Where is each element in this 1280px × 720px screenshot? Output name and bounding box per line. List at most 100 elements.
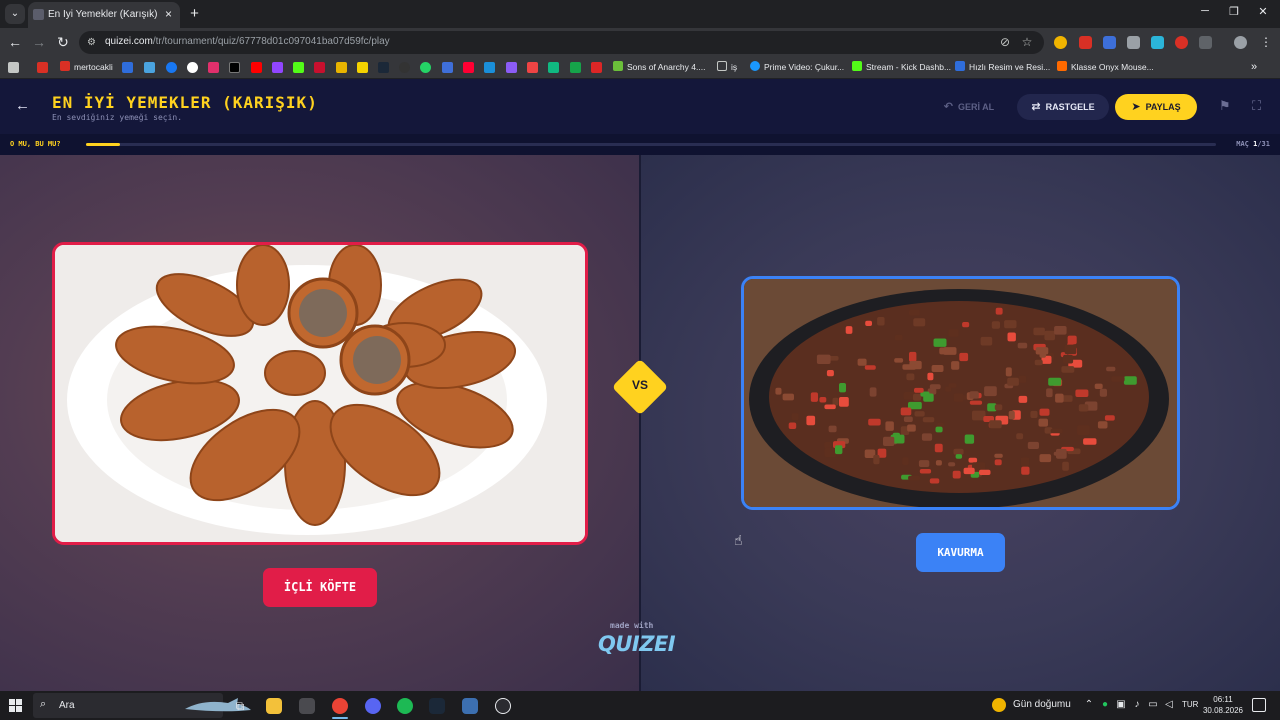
restore-icon[interactable]: ❐ xyxy=(1226,5,1242,18)
close-window-icon[interactable]: ✕ xyxy=(1255,5,1271,18)
bookmark-mertocakli[interactable]: mertocakli xyxy=(60,60,113,75)
menu-kebab-icon[interactable]: ⋮ xyxy=(1258,34,1274,50)
url-text[interactable]: quizei.com/tr/tournament/quiz/67778d01c0… xyxy=(105,36,390,47)
address-bar[interactable]: ⚙ quizei.com/tr/tournament/quiz/67778d01… xyxy=(79,31,1044,54)
bookmark-icon[interactable] xyxy=(506,62,517,73)
kavurma-piece xyxy=(819,397,827,403)
bookmark-icon[interactable] xyxy=(357,62,368,73)
bookmark-icon[interactable] xyxy=(591,62,602,73)
instagram-icon[interactable] xyxy=(208,62,219,73)
kavurma-piece xyxy=(1018,395,1028,403)
share-button[interactable]: ➤ PAYLAŞ xyxy=(1115,94,1197,120)
microphone-icon[interactable]: ♪ xyxy=(1131,699,1143,711)
status-dot-icon[interactable]: ● xyxy=(1099,699,1111,711)
kavurma-piece xyxy=(1055,393,1064,403)
windows-start-icon[interactable] xyxy=(9,699,22,712)
discord-icon[interactable] xyxy=(365,698,381,714)
kavurma-piece xyxy=(857,358,867,366)
progress-row: O MU, BU MU? MAÇ 1/31 xyxy=(0,134,1280,155)
kavurma-piece xyxy=(894,358,904,363)
left-choice-image[interactable] xyxy=(52,242,588,545)
steam-icon[interactable] xyxy=(378,62,389,73)
app-icon[interactable] xyxy=(462,698,478,714)
taskbar-search[interactable]: ⌕ Ara xyxy=(33,693,251,718)
tray-app-icon[interactable]: ▣ xyxy=(1115,699,1127,711)
active-tab[interactable]: En İyi Yemekler (Karışık) - Tier L × xyxy=(28,2,180,28)
quizei-logo[interactable]: QUIZEI xyxy=(598,632,676,656)
youtube-icon[interactable] xyxy=(251,62,262,73)
spotify-icon[interactable] xyxy=(397,698,413,714)
forward-icon[interactable]: → xyxy=(31,34,47,50)
new-tab-button[interactable]: + xyxy=(187,6,202,21)
more-bookmarks-icon[interactable]: » xyxy=(1251,60,1257,75)
adblock-icon[interactable] xyxy=(1079,36,1092,49)
fullscreen-icon[interactable]: ⛶ xyxy=(1252,98,1261,114)
steam-icon[interactable] xyxy=(429,698,445,714)
right-choice-button[interactable]: KAVURMA xyxy=(916,533,1005,572)
right-choice-image[interactable] xyxy=(741,276,1180,510)
shuffle-icon: ⇄ xyxy=(1031,101,1041,113)
tab-close-icon[interactable]: × xyxy=(165,7,172,21)
bookmark-star-icon[interactable]: ☆ xyxy=(1020,35,1034,49)
tray-chevron-icon[interactable]: ⌃ xyxy=(1083,699,1095,711)
network-icon[interactable]: ▭ xyxy=(1147,699,1159,711)
bookmark-icon[interactable] xyxy=(548,62,559,73)
extension-icon[interactable] xyxy=(1151,36,1164,49)
clock-time[interactable]: 06:11 xyxy=(1205,695,1241,704)
app-icon[interactable] xyxy=(495,698,511,714)
volume-icon[interactable]: ◁ xyxy=(1163,699,1175,711)
extensions-puzzle-icon[interactable] xyxy=(1199,36,1212,49)
bookmark-icon[interactable] xyxy=(570,62,581,73)
whatsapp-icon[interactable] xyxy=(420,62,431,73)
bookmark-prime-video[interactable]: Prime Video: Çukur... xyxy=(750,60,844,75)
tab-search-button[interactable]: ⌄ xyxy=(5,4,25,24)
kavurma-piece xyxy=(964,434,975,444)
kavurma-piece xyxy=(1018,375,1027,383)
notifications-icon[interactable] xyxy=(1252,698,1266,712)
undo-button[interactable]: ↶ GERİ AL xyxy=(927,94,1011,120)
site-info-icon[interactable]: ⚙ xyxy=(87,36,100,49)
kavurma-piece xyxy=(1008,410,1015,420)
language-indicator[interactable]: TUR xyxy=(1182,700,1198,709)
back-icon[interactable]: ← xyxy=(7,34,23,50)
bookmark-kick-dashboard[interactable]: Stream - Kick Dashb... xyxy=(852,60,951,75)
extension-icon[interactable] xyxy=(1175,36,1188,49)
bookmark-icon[interactable] xyxy=(527,62,538,73)
github-icon[interactable] xyxy=(399,62,410,73)
flag-icon[interactable]: ⚑ xyxy=(1219,98,1231,114)
bookmark-icon[interactable] xyxy=(336,62,347,73)
minimize-icon[interactable]: ─ xyxy=(1197,5,1213,17)
back-arrow-icon[interactable]: ← xyxy=(15,97,30,115)
bookmark-icon[interactable] xyxy=(463,62,474,73)
bookmark-icon[interactable] xyxy=(442,62,453,73)
extension-icon[interactable] xyxy=(1103,36,1116,49)
google-icon[interactable] xyxy=(187,62,198,73)
facebook-icon[interactable] xyxy=(166,62,177,73)
bookmark-icon[interactable] xyxy=(314,62,325,73)
file-explorer-icon[interactable] xyxy=(266,698,282,714)
bookmark-sons-of-anarchy[interactable]: Sons of Anarchy 4.... xyxy=(613,60,705,75)
eye-off-icon[interactable]: ⊘ xyxy=(998,35,1012,49)
bookmark-icon[interactable] xyxy=(484,62,495,73)
extension-icon[interactable] xyxy=(1054,36,1067,49)
task-view-icon[interactable]: ⧉ xyxy=(232,698,248,714)
bookmark-klasse-onyx[interactable]: Klasse Onyx Mouse... xyxy=(1057,60,1154,75)
gmail-icon[interactable] xyxy=(37,62,48,73)
twitch-icon[interactable] xyxy=(272,62,283,73)
apps-grid-icon[interactable] xyxy=(8,62,19,73)
calculator-icon[interactable] xyxy=(299,698,315,714)
bookmark-icon[interactable] xyxy=(144,62,155,73)
clock-date[interactable]: 30.08.2026 xyxy=(1200,706,1246,715)
bookmark-folder-is[interactable]: iş xyxy=(717,60,737,75)
chrome-icon[interactable] xyxy=(332,698,348,714)
bookmark-icon[interactable] xyxy=(122,62,133,73)
extension-icon[interactable] xyxy=(1127,36,1140,49)
kavurma-piece xyxy=(953,393,964,402)
left-choice-button[interactable]: İÇLİ KÖFTE xyxy=(263,568,377,607)
x-icon[interactable] xyxy=(229,62,240,73)
bookmark-hizli-resim[interactable]: Hızlı Resim ve Resi... xyxy=(955,60,1050,75)
kick-icon[interactable] xyxy=(293,62,304,73)
reload-icon[interactable]: ↻ xyxy=(55,34,71,50)
profile-avatar[interactable] xyxy=(1234,36,1247,49)
random-button[interactable]: ⇄ RASTGELE xyxy=(1017,94,1109,120)
